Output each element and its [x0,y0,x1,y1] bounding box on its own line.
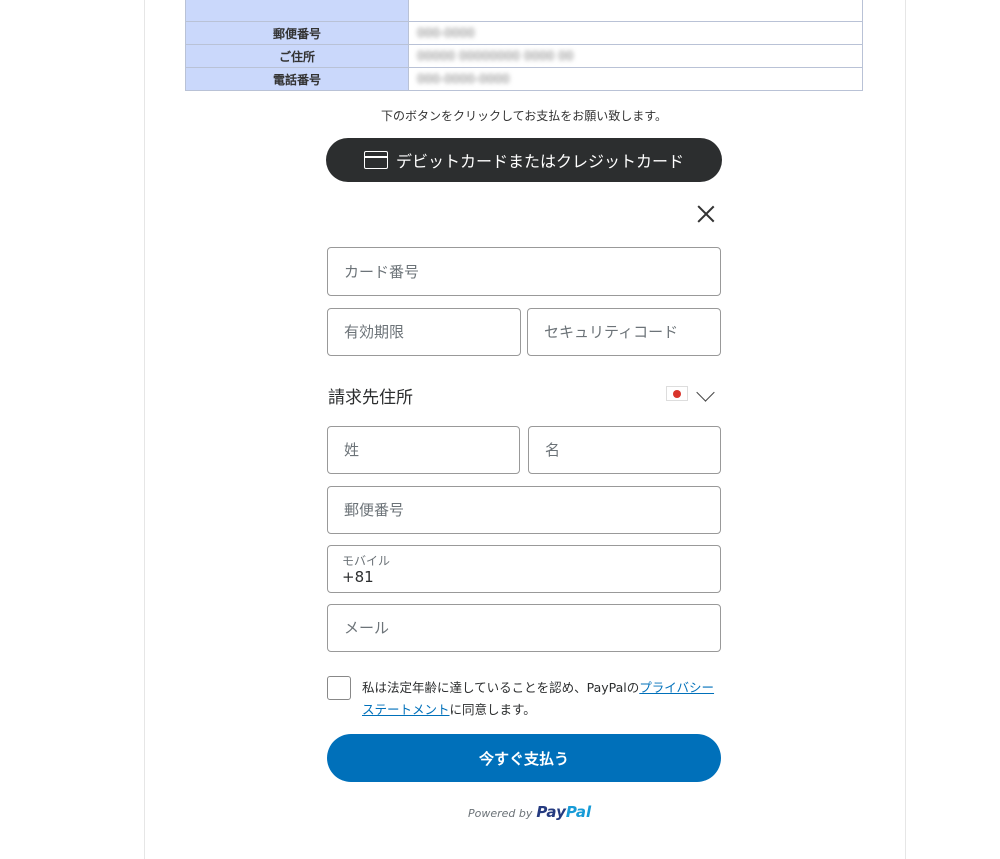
table-row [185,0,863,22]
card-button-label: デビットカードまたはクレジットカード [395,152,684,171]
table-label: ご住所 [185,44,409,68]
table-row: 郵便番号 000-0000 [185,21,863,45]
table-value: 000-0000 [408,21,863,45]
pay-now-button[interactable]: 今すぐ支払う [327,734,721,782]
card-number-field[interactable] [327,247,721,296]
japan-flag-icon[interactable] [666,386,688,401]
last-name-input[interactable] [342,440,505,460]
postal-code-field[interactable] [327,486,721,534]
consent-suffix: に同意します。 [449,702,536,717]
consent-prefix: 私は法定年齢に達していることを認め、PayPalの [362,680,640,695]
payment-instruction: 下のボタンをクリックしてお支払をお願い致します。 [380,109,668,123]
email-input[interactable] [342,618,706,638]
powered-by-text: Powered by [468,807,533,820]
first-name-field[interactable] [528,426,721,474]
mobile-label: モバイル [342,554,391,568]
table-label: 電話番号 [185,67,409,91]
order-info-table: 郵便番号 000-0000 ご住所 00000 00000000 0000 00… [185,0,863,91]
expiry-input[interactable] [342,322,506,342]
billing-address-title: 請求先住所 [328,388,413,408]
debit-credit-card-button[interactable]: デビットカードまたはクレジットカード [326,138,722,182]
email-field[interactable] [327,604,721,652]
expiry-field[interactable] [327,308,521,356]
page-panel [144,0,906,859]
credit-card-icon [363,151,388,169]
table-label [185,0,409,22]
table-row: 電話番号 000-0000-0000 [185,67,863,91]
pay-button-label: 今すぐ支払う [478,749,569,768]
security-code-field[interactable] [527,308,721,356]
paypal-logo: PayPal [536,803,592,821]
mobile-field[interactable]: モバイル +81 [327,545,721,593]
age-consent-checkbox[interactable] [327,676,351,700]
table-value: 00000 00000000 0000 00 [408,44,863,68]
last-name-field[interactable] [327,426,520,474]
table-row: ご住所 00000 00000000 0000 00 [185,44,863,68]
first-name-input[interactable] [543,440,706,460]
postal-code-input[interactable] [342,500,706,520]
close-icon[interactable] [695,203,717,225]
mobile-country-code: +81 [342,568,374,586]
powered-by-paypal: Powered by PayPal [468,803,591,821]
card-number-input[interactable] [342,261,706,282]
security-code-input[interactable] [542,322,706,342]
table-label: 郵便番号 [185,21,409,45]
table-value [408,0,863,22]
consent-text: 私は法定年齢に達していることを認め、PayPalのプライバシーステートメントに同… [362,677,722,721]
table-value: 000-0000-0000 [408,67,863,91]
